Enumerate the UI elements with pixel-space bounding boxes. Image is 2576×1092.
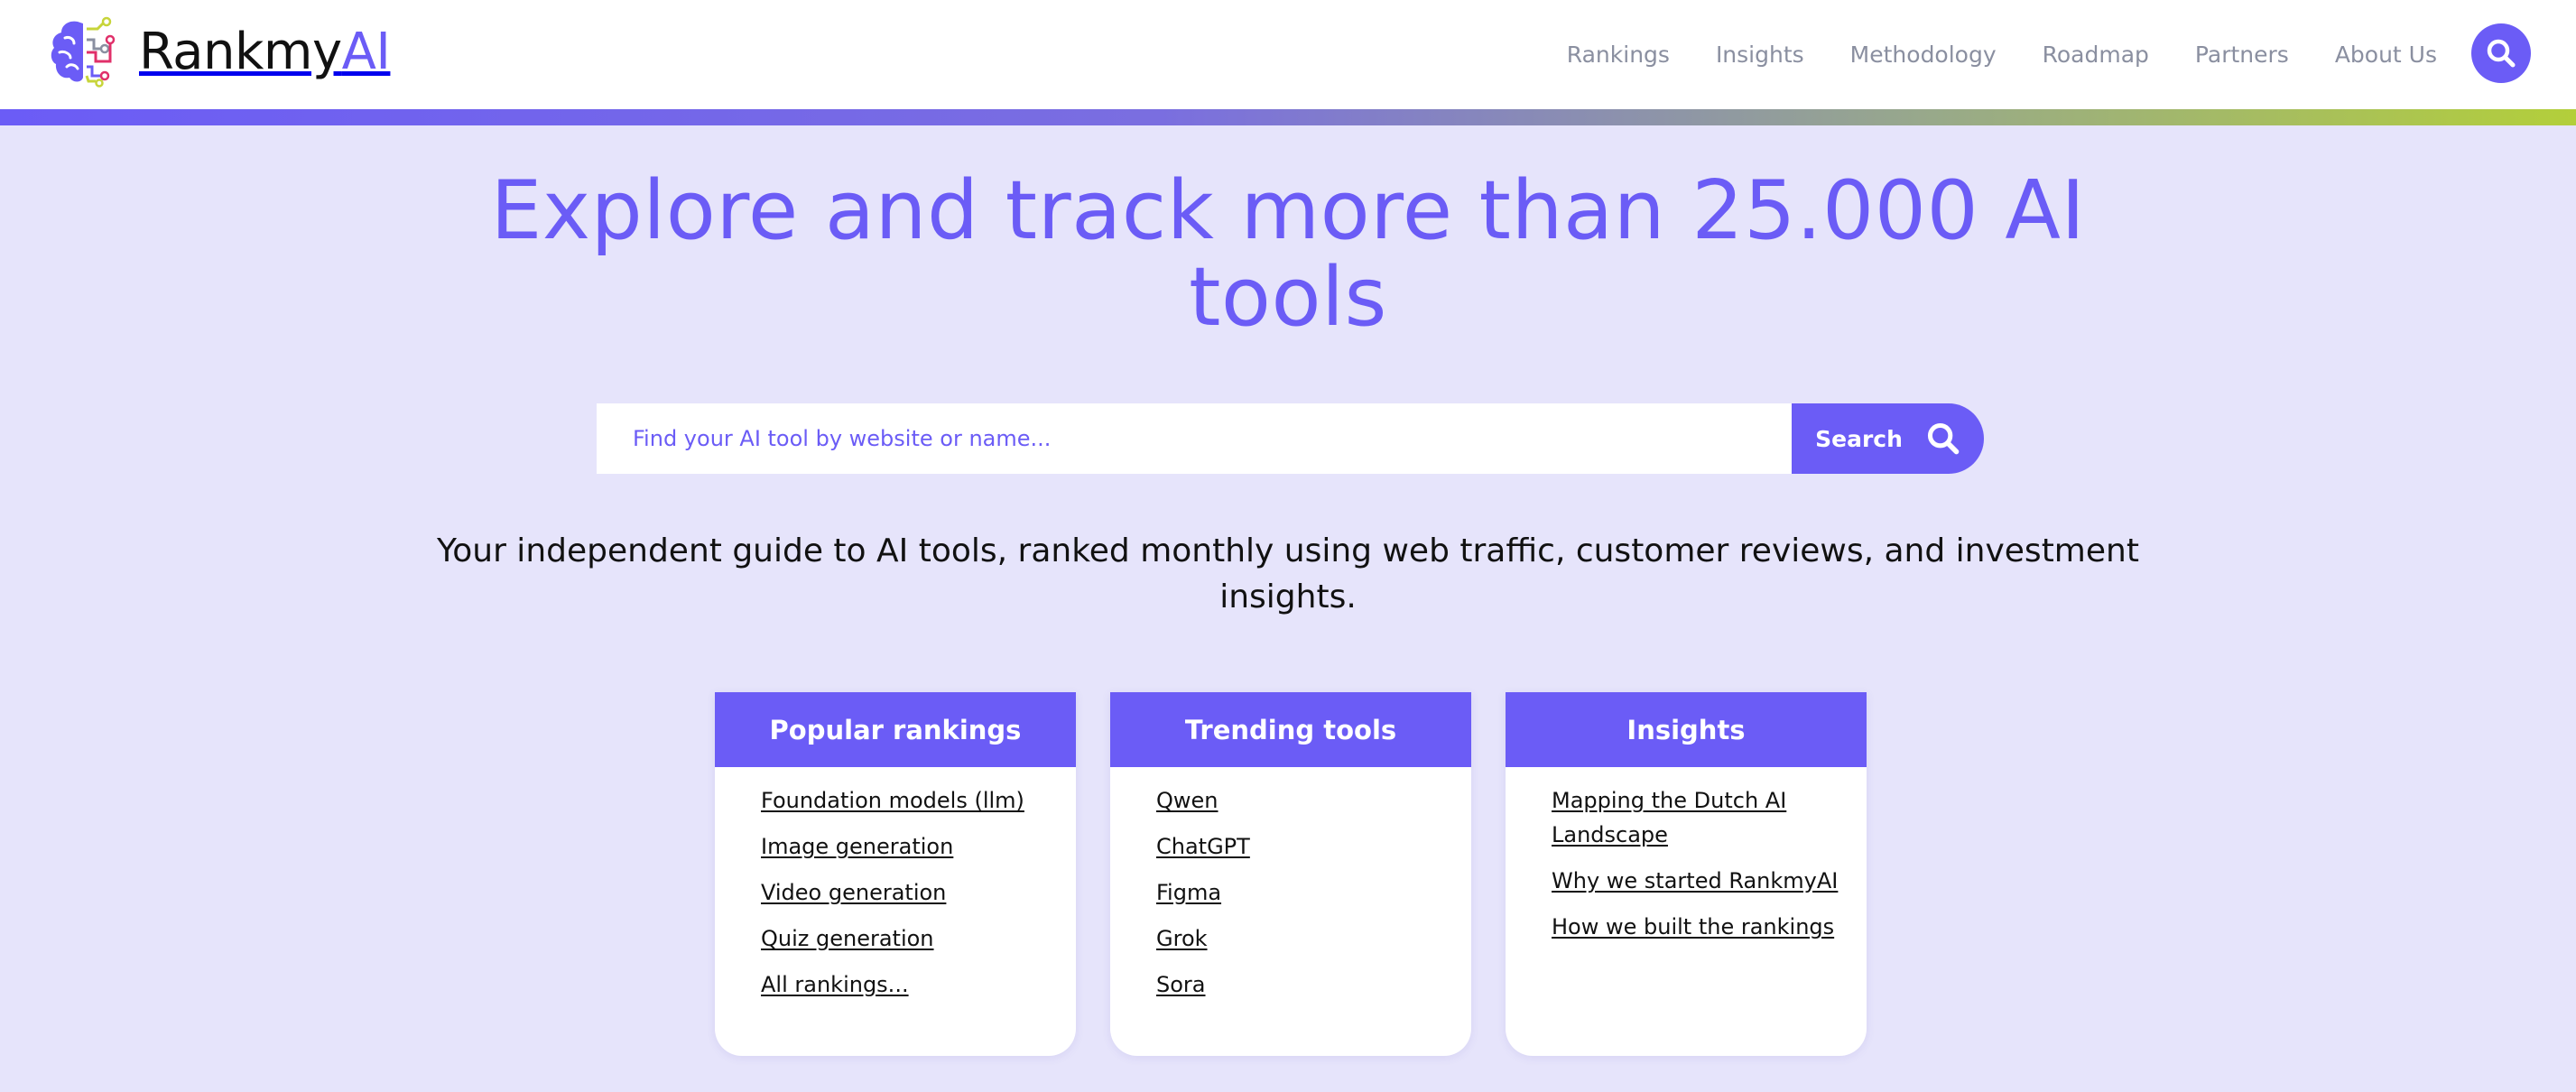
card-link-list: Qwen ChatGPT Figma Grok Sora	[1110, 767, 1471, 1002]
nav-item-partners[interactable]: Partners	[2195, 42, 2289, 68]
logo-wordmark: RankmyAI	[139, 16, 391, 88]
site-header: RankmyAI Rankings Insights Methodology R…	[0, 0, 2576, 109]
card-link-list: Foundation models (llm) Image generation…	[715, 767, 1076, 1002]
nav-item-about-us[interactable]: About Us	[2335, 42, 2437, 68]
card-link[interactable]: Grok	[1156, 926, 1208, 951]
tool-search-input[interactable]	[597, 403, 1792, 474]
card-link[interactable]: Video generation	[761, 880, 946, 905]
nav-item-rankings[interactable]: Rankings	[1567, 42, 1670, 68]
card-insights: Insights Mapping the Dutch AI Landscape …	[1506, 692, 1867, 1056]
header-search-button[interactable]	[2471, 23, 2531, 83]
search-icon	[1927, 422, 1960, 455]
nav-item-roadmap[interactable]: Roadmap	[2043, 42, 2149, 68]
nav-item-insights[interactable]: Insights	[1716, 42, 1804, 68]
card-link[interactable]: Sora	[1156, 972, 1206, 997]
card-popular-rankings: Popular rankings Foundation models (llm)…	[715, 692, 1076, 1056]
search-button[interactable]: Search	[1792, 403, 1984, 474]
hero-tagline: Your independent guide to AI tools, rank…	[437, 532, 2139, 615]
hero-title: Explore and track more than 25.000 AI to…	[490, 163, 2086, 345]
card-link[interactable]: All rankings...	[761, 972, 909, 997]
site-logo[interactable]: RankmyAI	[47, 16, 391, 88]
nav-item-methodology[interactable]: Methodology	[1850, 42, 1997, 68]
header-gradient-stripe	[0, 109, 2576, 125]
card-trending-tools: Trending tools Qwen ChatGPT Figma Grok S…	[1110, 692, 1471, 1056]
card-link[interactable]: Quiz generation	[761, 926, 934, 951]
logo-wordmark-part1: Rankmy	[139, 23, 342, 81]
card-link[interactable]: Image generation	[761, 834, 953, 859]
card-link[interactable]: ChatGPT	[1156, 834, 1250, 859]
card-link[interactable]: How we built the rankings	[1552, 914, 1834, 939]
card-link[interactable]: Qwen	[1156, 788, 1219, 813]
tool-search-form: Search	[597, 403, 1984, 474]
brain-circuit-icon	[51, 16, 116, 88]
logo-wordmark-part2: AI	[341, 23, 391, 81]
card-title: Trending tools	[1110, 692, 1471, 767]
card-title: Popular rankings	[715, 692, 1076, 767]
card-link-list: Mapping the Dutch AI Landscape Why we st…	[1506, 767, 1867, 944]
card-link[interactable]: Mapping the Dutch AI Landscape	[1552, 788, 1786, 847]
search-button-label: Search	[1815, 425, 1903, 452]
main-nav: Rankings Insights Methodology Roadmap Pa…	[1521, 25, 2437, 83]
card-link[interactable]: Foundation models (llm)	[761, 788, 1024, 813]
card-title: Insights	[1506, 692, 1867, 767]
search-icon	[2487, 39, 2516, 68]
card-link[interactable]: Why we started RankmyAI	[1552, 868, 1838, 893]
card-link[interactable]: Figma	[1156, 880, 1221, 905]
